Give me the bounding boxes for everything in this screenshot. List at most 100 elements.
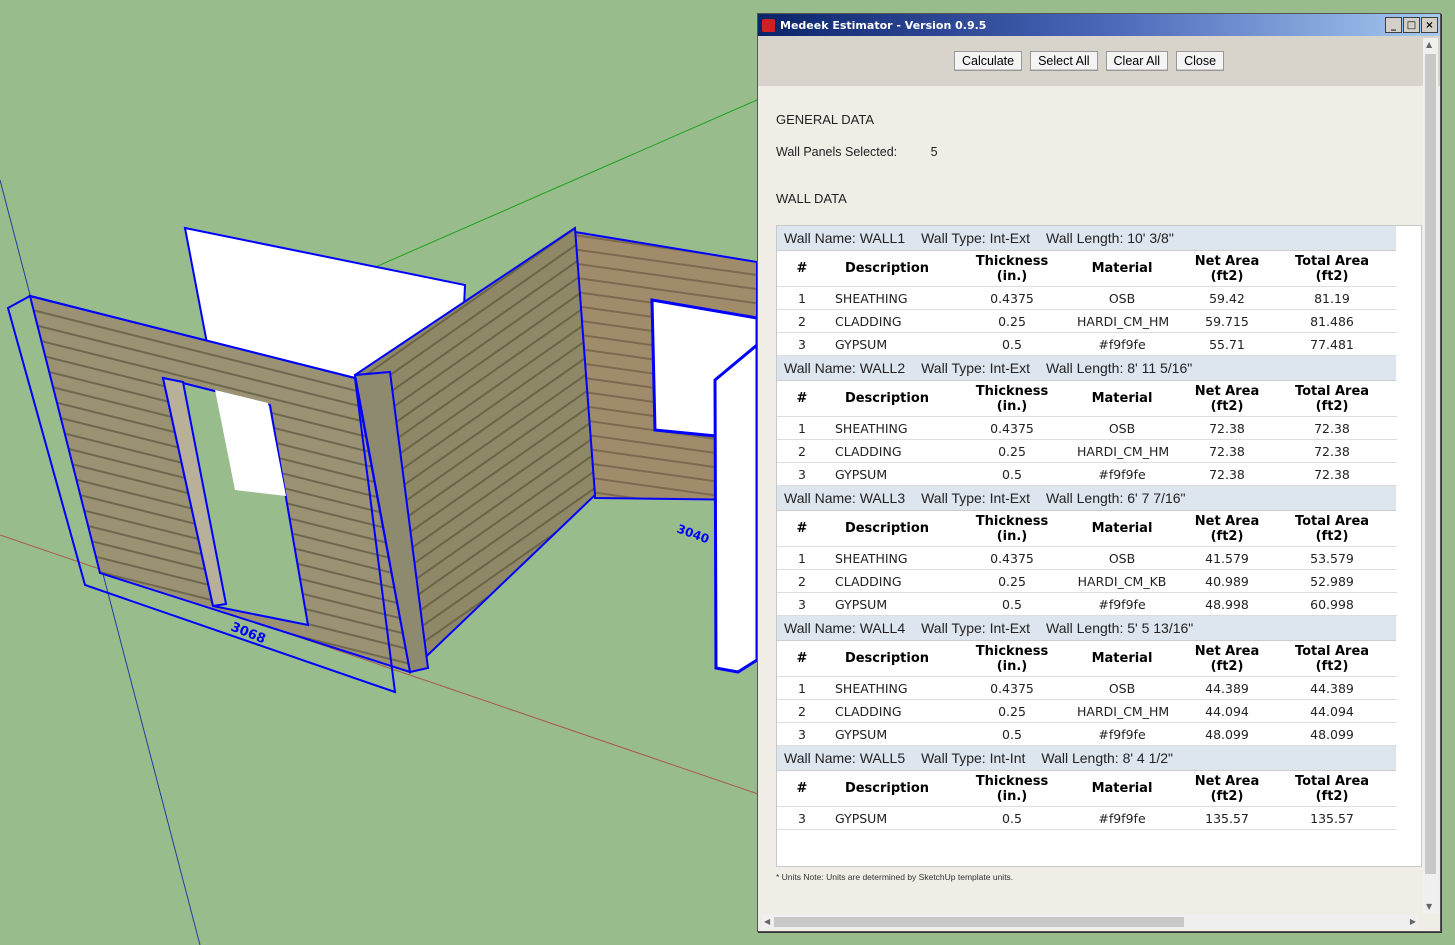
col-total-l2: (ft2)	[1315, 528, 1349, 544]
cell: 0.4375	[990, 290, 1034, 306]
cell: 0.25	[998, 573, 1026, 589]
col-net-area: Net Area (ft2)	[1167, 254, 1287, 284]
wall-data-table: Wall Name: WALL1 Wall Type: Int-Ext Wall L…	[776, 225, 1422, 867]
col-thickness: Thickness (in.)	[947, 774, 1077, 804]
col-total-area: Total Area (ft2)	[1287, 254, 1377, 284]
clear-all-button[interactable]: Clear All	[1105, 51, 1169, 71]
col-net-l2: (ft2)	[1210, 788, 1244, 804]
cell: CLADDING	[835, 573, 902, 589]
cell: OSB	[1108, 290, 1136, 306]
panels-selected-value: 5	[930, 145, 938, 159]
cell: 44.094	[1310, 703, 1354, 719]
column-headers: # Description Thickness (in.) Material Ne…	[777, 771, 1397, 807]
cell: 72.38	[1314, 420, 1350, 436]
col-thickness: Thickness (in.)	[947, 644, 1077, 674]
table-row: 3 GYPSUM 0.5 #f9f9fe 72.38 72.38	[777, 463, 1397, 486]
minimize-button[interactable]: _	[1385, 17, 1402, 33]
col-net-l1: Net Area	[1194, 773, 1260, 789]
vertical-scrollbar[interactable]: ▲ ▼	[1423, 38, 1438, 913]
cell: 0.5	[1002, 726, 1022, 742]
cell: 0.4375	[990, 680, 1034, 696]
calculate-button[interactable]: Calculate	[953, 51, 1023, 71]
cell: 53.579	[1310, 550, 1354, 566]
col-total-l2: (ft2)	[1315, 268, 1349, 284]
col-thickness-l2: (in.)	[996, 398, 1028, 414]
cell: HARDI_CM_KB	[1077, 573, 1167, 589]
table-row: 2 CLADDING 0.25 HARDI_CM_KB 40.989 52.989	[777, 570, 1397, 593]
dimension-label: 3040	[675, 522, 711, 547]
cell: 81.486	[1310, 313, 1354, 329]
cell: 48.998	[1205, 596, 1249, 612]
col-net-area: Net Area (ft2)	[1167, 514, 1287, 544]
cell: OSB	[1108, 550, 1136, 566]
cell: 44.094	[1205, 703, 1249, 719]
table-row: 1 SHEATHING 0.4375 OSB 44.389 44.389	[777, 677, 1397, 700]
col-material: Material	[1091, 651, 1153, 666]
wall-length: Wall Length: 6' 7 7/16"	[1046, 490, 1186, 506]
col-thickness: Thickness (in.)	[947, 254, 1077, 284]
cell: 48.099	[1310, 726, 1354, 742]
column-headers: # Description Thickness (in.) Material Ne…	[777, 641, 1397, 677]
title-bar[interactable]: Medeek Estimator - Version 0.9.5 _ □ ×	[758, 14, 1440, 36]
wall-name: Wall Name: WALL4	[784, 620, 906, 636]
wall-right-end	[713, 343, 757, 674]
col-net-l2: (ft2)	[1210, 658, 1244, 674]
wall-header: Wall Name: WALL2 Wall Type: Int-Ext Wall L…	[777, 356, 1396, 381]
col-num: #	[796, 261, 808, 276]
cell: 135.57	[1205, 810, 1249, 826]
col-net-area: Net Area (ft2)	[1167, 644, 1287, 674]
col-total-l1: Total Area	[1294, 383, 1370, 399]
col-num: #	[796, 521, 808, 536]
wall-type: Wall Type: Int-Ext	[921, 490, 1031, 506]
sketchup-viewport[interactable]: 3068 3040	[0, 0, 757, 945]
cell: #f9f9fe	[1098, 726, 1146, 742]
cell: 2	[798, 703, 806, 719]
col-thickness-l2: (in.)	[996, 658, 1028, 674]
col-description: Description	[844, 261, 930, 276]
col-thickness-l2: (in.)	[996, 268, 1028, 284]
select-all-button[interactable]: Select All	[1030, 51, 1098, 71]
col-material: Material	[1091, 261, 1153, 276]
col-net-l2: (ft2)	[1210, 268, 1244, 284]
cell: GYPSUM	[835, 336, 888, 352]
table-row: 2 CLADDING 0.25 HARDI_CM_HM 72.38 72.38	[777, 440, 1397, 463]
table-row: 3 GYPSUM 0.5 #f9f9fe 55.71 77.481	[777, 333, 1397, 356]
cell: 0.25	[998, 703, 1026, 719]
wall-name: Wall Name: WALL1	[784, 230, 906, 246]
table-row: 3 GYPSUM 0.5 #f9f9fe 135.57 135.57	[777, 807, 1397, 830]
col-material: Material	[1091, 521, 1153, 536]
close-button[interactable]: Close	[1176, 51, 1225, 71]
cell: 41.579	[1205, 550, 1249, 566]
cell: SHEATHING	[835, 550, 908, 566]
col-num: #	[796, 651, 808, 666]
horizontal-scrollbar[interactable]: ◀ ▶	[762, 915, 1418, 929]
table-row: 3 GYPSUM 0.5 #f9f9fe 48.998 60.998	[777, 593, 1397, 616]
cell: 81.19	[1314, 290, 1350, 306]
wall-type: Wall Type: Int-Ext	[921, 620, 1031, 636]
cell: 1	[798, 420, 806, 436]
col-material: Material	[1091, 391, 1153, 406]
cell: 135.57	[1310, 810, 1354, 826]
table-row: 2 CLADDING 0.25 HARDI_CM_HM 59.715 81.486	[777, 310, 1397, 333]
col-total-l1: Total Area	[1294, 253, 1370, 269]
maximize-button[interactable]: □	[1403, 17, 1420, 33]
col-total-area: Total Area (ft2)	[1287, 774, 1377, 804]
col-description: Description	[844, 651, 930, 666]
cell: #f9f9fe	[1098, 596, 1146, 612]
wall-length: Wall Length: 5' 5 13/16"	[1046, 620, 1194, 636]
close-window-button[interactable]: ×	[1421, 17, 1438, 33]
estimator-dialog: Medeek Estimator - Version 0.9.5 _ □ × C…	[757, 13, 1441, 932]
cell: OSB	[1108, 420, 1136, 436]
wall-data-heading: WALL DATA	[776, 191, 847, 206]
cell: 0.4375	[990, 550, 1034, 566]
cell: 3	[798, 336, 806, 352]
cell: 48.099	[1205, 726, 1249, 742]
col-thickness-l1: Thickness	[975, 513, 1049, 529]
cell: HARDI_CM_HM	[1077, 313, 1170, 329]
wall-type: Wall Type: Int-Int	[921, 750, 1026, 766]
cell: #f9f9fe	[1098, 810, 1146, 826]
col-total-l2: (ft2)	[1315, 788, 1349, 804]
col-num: #	[796, 391, 808, 406]
wall-length: Wall Length: 10' 3/8"	[1046, 230, 1174, 246]
col-thickness-l2: (in.)	[996, 528, 1028, 544]
